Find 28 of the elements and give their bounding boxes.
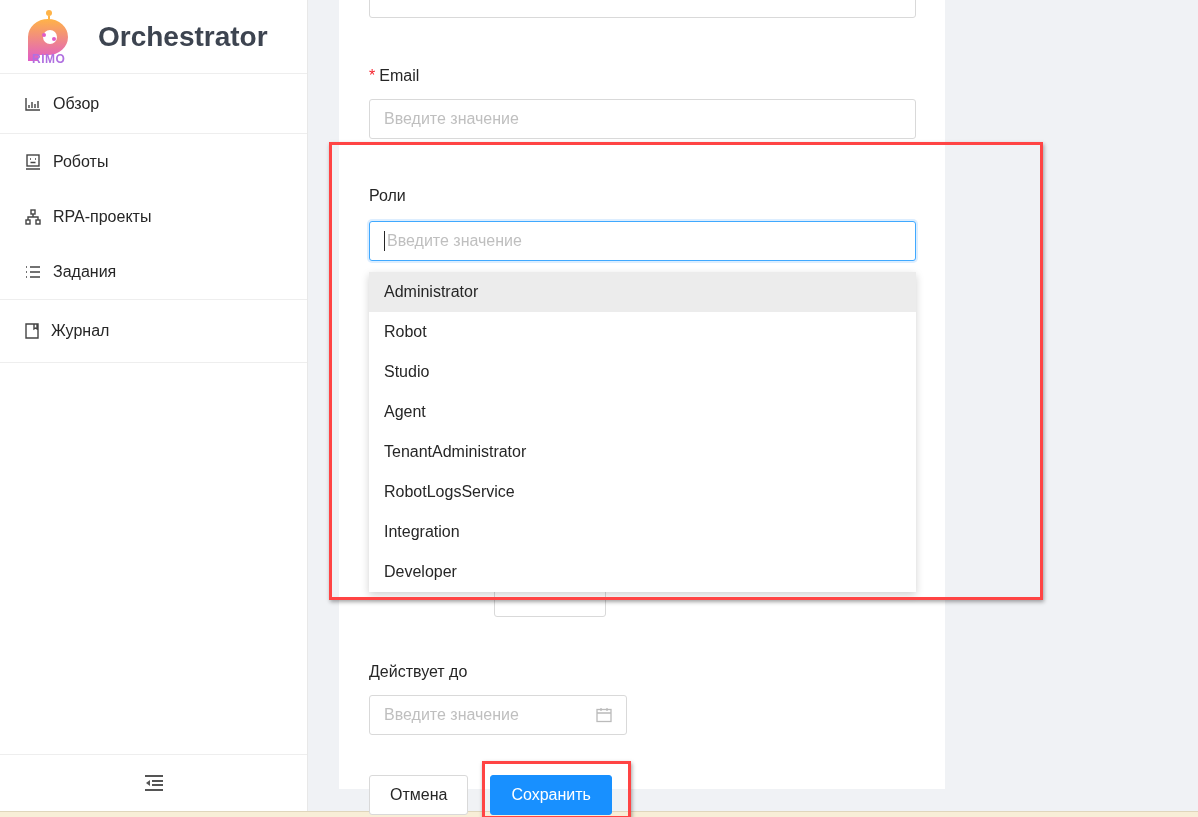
input-field[interactable]: Введите значение [369,99,916,139]
dropdown-option[interactable]: Studio [369,352,916,392]
hierarchy-icon [25,208,41,225]
dropdown-option[interactable]: Developer [369,552,916,592]
dropdown-option[interactable]: Integration [369,512,916,552]
dropdown-option[interactable]: Robot [369,312,916,352]
collapse-menu-icon[interactable] [144,775,163,791]
dropdown-option[interactable]: RobotLogsService [369,472,916,512]
field-label: Действует до [369,662,469,682]
bar-chart-icon [25,96,41,111]
book-icon [25,323,39,339]
cancel-button[interactable]: Отмена [369,775,469,815]
field-label: Роли [369,186,407,206]
dropdown-option[interactable]: TenantAdministrator [369,432,916,472]
sidebar-item[interactable]: Обзор [0,74,307,133]
dropdown-option[interactable]: Agent [369,392,916,432]
logo-text: RIMO [32,52,66,65]
robot-face-icon [25,153,41,170]
required-mark: * [369,67,376,84]
calendar-icon [596,707,612,723]
sidebar-item[interactable]: Журнал [0,300,307,362]
dropdown-option[interactable]: Administrator [369,272,916,312]
sidebar-item[interactable]: Задания [0,244,307,299]
sidebar-item[interactable]: RPA-проекты [0,189,307,244]
app-title: Orchestrator [98,19,268,54]
sidebar-item[interactable]: Роботы [0,134,307,189]
field-label: Email [379,67,420,84]
list-icon [25,264,41,279]
